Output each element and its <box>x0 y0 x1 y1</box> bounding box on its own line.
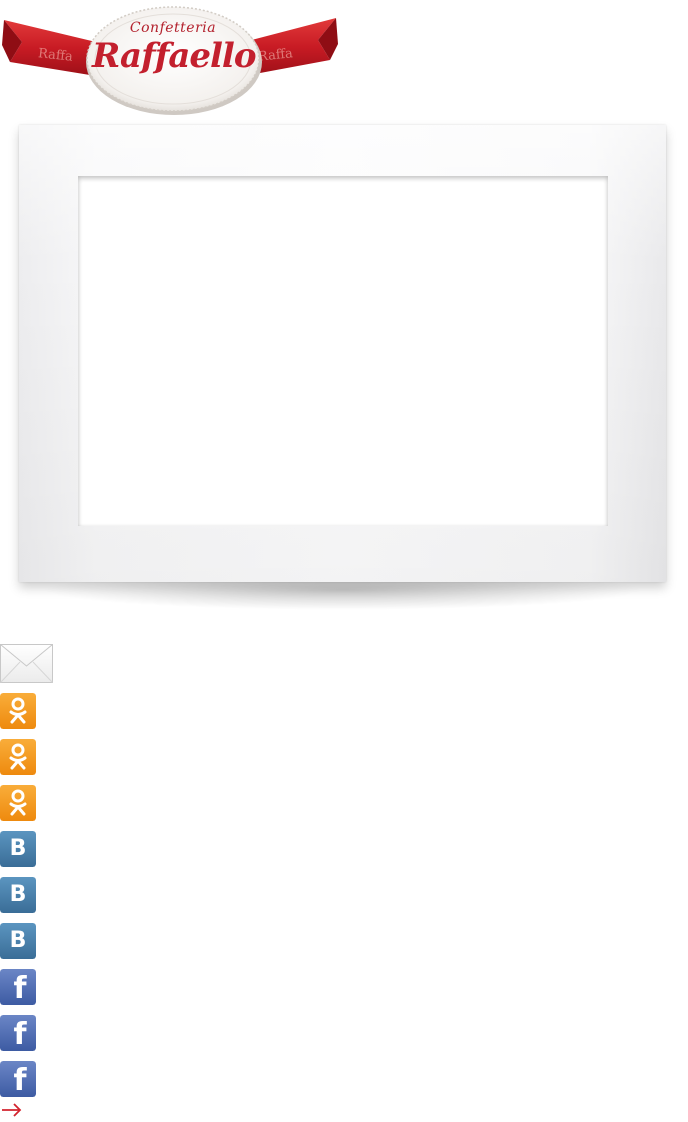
facebook-letter: f <box>13 1017 27 1051</box>
odnoklassniki-button-2[interactable] <box>0 739 36 775</box>
odnoklassniki-icon <box>0 693 36 729</box>
arrow-right-icon[interactable] <box>1 1100 23 1118</box>
facebook-letter: f <box>13 971 27 1005</box>
vk-letter: B <box>9 928 27 953</box>
vk-letter: B <box>9 882 27 907</box>
brand-subtitle: Confetteria <box>129 20 217 36</box>
picture-frame <box>19 125 666 582</box>
facebook-letter: f <box>13 1063 27 1097</box>
raffaello-logo[interactable]: Raffa Raffa Confetteria Raffaello <box>0 0 340 118</box>
odnoklassniki-icon <box>0 785 36 821</box>
facebook-button-1[interactable]: f <box>0 969 36 1005</box>
brand-name: Raffaello <box>92 36 257 76</box>
odnoklassniki-button-3[interactable] <box>0 785 36 821</box>
vk-button-1[interactable]: B <box>0 831 36 867</box>
facebook-button-2[interactable]: f <box>0 1015 36 1051</box>
picture-frame-canvas <box>78 176 608 526</box>
odnoklassniki-button-1[interactable] <box>0 693 36 729</box>
vk-button-2[interactable]: B <box>0 877 36 913</box>
envelope-icon[interactable] <box>0 644 53 683</box>
vk-letter: B <box>9 836 27 861</box>
vk-button-3[interactable]: B <box>0 923 36 959</box>
odnoklassniki-icon <box>0 739 36 775</box>
facebook-button-3[interactable]: f <box>0 1061 36 1097</box>
